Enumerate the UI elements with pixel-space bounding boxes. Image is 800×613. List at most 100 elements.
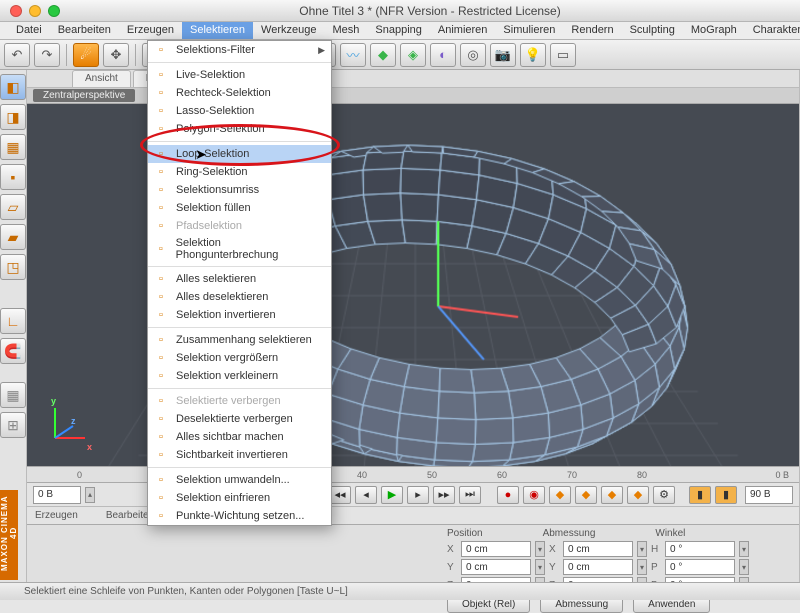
model-mode-button[interactable]: ◧ xyxy=(0,74,26,100)
menu-item-deselektierte-verbergen[interactable]: ▫Deselektierte verbergen xyxy=(148,410,331,428)
menu-item-lasso-selektion[interactable]: ▫Lasso-Selektion xyxy=(148,102,331,120)
menu-simulieren[interactable]: Simulieren xyxy=(495,22,563,39)
key-rot-button[interactable]: ◆ xyxy=(575,486,597,504)
magnet-button[interactable]: 🧲 xyxy=(0,338,26,364)
axis-lock-button[interactable]: ∟ xyxy=(0,308,26,334)
point-mode-button[interactable]: ▪ xyxy=(0,164,26,190)
menu-item-loop-selektion[interactable]: ▫Loop-Selektion xyxy=(148,145,331,163)
ang-X-field[interactable]: 0 ° xyxy=(665,541,735,557)
dim-Y-field[interactable]: 0 cm xyxy=(563,559,633,575)
menu-datei[interactable]: Datei xyxy=(8,22,50,39)
coord-head-abmessung: Abmessung xyxy=(543,528,596,539)
menu-snapping[interactable]: Snapping xyxy=(367,22,430,39)
view-tabs[interactable]: Ansicht Kameras xyxy=(27,70,799,88)
pos-X-field[interactable]: 0 cm xyxy=(461,541,531,557)
record-button[interactable]: ● xyxy=(497,486,519,504)
key-pos-button[interactable]: ◆ xyxy=(549,486,571,504)
menu-item-alles-selektieren[interactable]: ▫Alles selektieren xyxy=(148,270,331,288)
nurbs-button[interactable]: ◆ xyxy=(370,43,396,67)
menu-mesh[interactable]: Mesh xyxy=(324,22,367,39)
scene-button[interactable]: ◎ xyxy=(460,43,486,67)
prev-frame-button[interactable]: ◂ xyxy=(355,486,377,504)
key-scale-button[interactable]: ◆ xyxy=(601,486,623,504)
status-text: Selektiert eine Schleife von Punkten, Ka… xyxy=(24,586,348,597)
ang-Y-field[interactable]: 0 ° xyxy=(665,559,735,575)
key-param-button[interactable]: ◆ xyxy=(627,486,649,504)
autokey-button[interactable]: ◉ xyxy=(523,486,545,504)
light-button[interactable]: 💡 xyxy=(520,43,546,67)
menu-item-selektion-vergr-ern[interactable]: ▫Selektion vergrößern xyxy=(148,349,331,367)
menu-animieren[interactable]: Animieren xyxy=(430,22,496,39)
goto-end-button[interactable]: ⏭ xyxy=(459,486,481,504)
array-button[interactable]: ◈ xyxy=(400,43,426,67)
traffic-close-icon[interactable] xyxy=(10,5,22,17)
dim-X-field[interactable]: 0 cm xyxy=(563,541,633,557)
menu-item-icon: ▫ xyxy=(154,165,168,179)
uv-mode-button[interactable]: ◳ xyxy=(0,254,26,280)
menu-item-selektions-filter[interactable]: ▫Selektions-Filter▶ xyxy=(148,41,331,59)
menu-item-live-selektion[interactable]: ▫Live-Selektion xyxy=(148,66,331,84)
next-frame-button[interactable]: ▸ xyxy=(407,486,429,504)
workplane-button[interactable]: ▦ xyxy=(0,382,26,408)
menu-item-alles-sichtbar-machen[interactable]: ▫Alles sichtbar machen xyxy=(148,428,331,446)
floor-button[interactable]: ▭ xyxy=(550,43,576,67)
spline-button[interactable]: 〰 xyxy=(340,43,366,67)
stepper-icon[interactable]: ▴ xyxy=(85,487,95,503)
polygon-mode-button[interactable]: ▰ xyxy=(0,224,26,250)
menu-item-selektion-verkleinern[interactable]: ▫Selektion verkleinern xyxy=(148,367,331,385)
camera-button[interactable]: 📷 xyxy=(490,43,516,67)
menu-sculpting[interactable]: Sculpting xyxy=(622,22,683,39)
selektieren-menu[interactable]: ▫Selektions-Filter▶ ▫Live-Selektion▫Recht… xyxy=(147,40,332,526)
snap-grid-button[interactable]: ⊞ xyxy=(0,412,26,438)
menu-item-alles-deselektieren[interactable]: ▫Alles deselektieren xyxy=(148,288,331,306)
menubar[interactable]: DateiBearbeitenErzeugenSelektierenWerkze… xyxy=(0,22,800,40)
play-button[interactable]: ▶ xyxy=(381,486,403,504)
menu-item-selektion-f-llen[interactable]: ▫Selektion füllen xyxy=(148,199,331,217)
menu-mograph[interactable]: MoGraph xyxy=(683,22,745,39)
redo-button[interactable]: ↷ xyxy=(34,43,60,67)
undo-button[interactable]: ↶ xyxy=(4,43,30,67)
deformer-button[interactable]: ◐ xyxy=(430,43,456,67)
prev-key-button[interactable]: ◂◂ xyxy=(329,486,351,504)
traffic-max-icon[interactable] xyxy=(48,5,60,17)
timeline-controls: 0 B ▴ ⏮ ◂◂ ◂ ▶ ▸ ▸▸ ⏭ ● ◉ ◆ ◆ ◆ ◆ ⚙ ▮ ▮ … xyxy=(27,482,799,506)
menu-item-icon: ▫ xyxy=(154,412,168,426)
frame-end-field[interactable]: 90 B xyxy=(745,486,793,504)
menu-erzeugen[interactable]: Erzeugen xyxy=(119,22,182,39)
menu-item-polygon-selektion[interactable]: ▫Polygon-Selektion xyxy=(148,120,331,138)
menu-item-rechteck-selektion[interactable]: ▫Rechteck-Selektion xyxy=(148,84,331,102)
timeline-mode-1[interactable]: ▮ xyxy=(689,486,711,504)
material-editbar[interactable]: Erzeugen Bearbeiten Funktion Textur xyxy=(27,506,799,524)
menu-item-selektion-invertieren[interactable]: ▫Selektion invertieren xyxy=(148,306,331,324)
traffic-min-icon[interactable] xyxy=(29,5,41,17)
menu-werkzeuge[interactable]: Werkzeuge xyxy=(253,22,324,39)
menu-item-selektion-umwandeln-[interactable]: ▫Selektion umwandeln... xyxy=(148,471,331,489)
frame-start-field[interactable]: 0 B xyxy=(33,486,81,504)
menu-charakter[interactable]: Charakter xyxy=(745,22,800,39)
menu-selektieren[interactable]: Selektieren xyxy=(182,22,253,39)
menu-item-selektion-einfrieren[interactable]: ▫Selektion einfrieren xyxy=(148,489,331,507)
timeline-ruler[interactable]: 010203040506070800 B xyxy=(27,466,799,482)
edge-mode-button[interactable]: ▱ xyxy=(0,194,26,220)
object-mode-button[interactable]: ◨ xyxy=(0,104,26,130)
pos-Y-field[interactable]: 0 cm xyxy=(461,559,531,575)
menu-item-selektion-phongunterbrechung[interactable]: ▫Selektion Phongunterbrechung xyxy=(148,235,331,263)
editbar-erzeugen[interactable]: Erzeugen xyxy=(35,510,78,521)
menu-item-punkte-wichtung-setzen-[interactable]: ▫Punkte-Wichtung setzen... xyxy=(148,507,331,525)
texture-mode-button[interactable]: ▦ xyxy=(0,134,26,160)
menu-item-selektionsumriss[interactable]: ▫Selektionsumriss xyxy=(148,181,331,199)
menu-item-icon: ▫ xyxy=(154,122,168,136)
viewport-3d[interactable]: x y z xyxy=(27,104,799,466)
menu-rendern[interactable]: Rendern xyxy=(563,22,621,39)
next-key-button[interactable]: ▸▸ xyxy=(433,486,455,504)
menu-item-ring-selektion[interactable]: ▫Ring-Selektion xyxy=(148,163,331,181)
timeline-mode-2[interactable]: ▮ xyxy=(715,486,737,504)
submenu-arrow-icon: ▶ xyxy=(318,45,325,56)
menu-item-sichtbarkeit-invertieren[interactable]: ▫Sichtbarkeit invertieren xyxy=(148,446,331,464)
key-options-button[interactable]: ⚙ xyxy=(653,486,675,504)
menu-item-zusammenhang-selektieren[interactable]: ▫Zusammenhang selektieren xyxy=(148,331,331,349)
move-tool-button[interactable]: ✥ xyxy=(103,43,129,67)
select-tool-button[interactable]: ☄ xyxy=(73,43,99,67)
view-tab-ansicht[interactable]: Ansicht xyxy=(72,70,131,87)
menu-bearbeiten[interactable]: Bearbeiten xyxy=(50,22,119,39)
